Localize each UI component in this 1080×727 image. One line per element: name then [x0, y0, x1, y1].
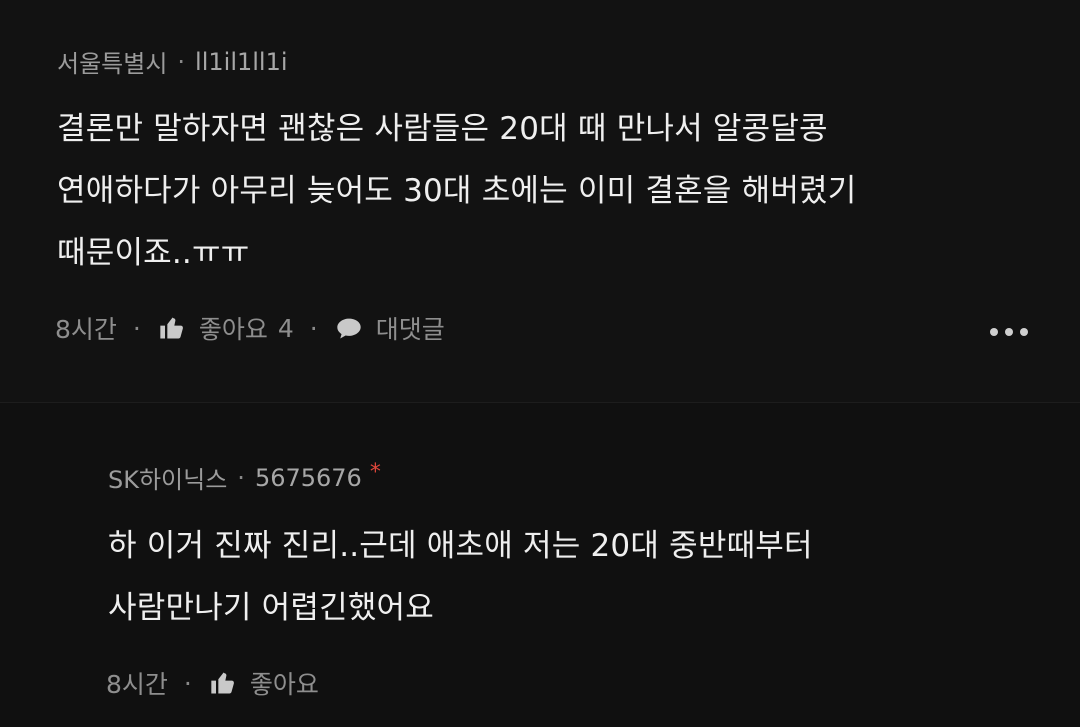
- meta-separator: ·: [237, 463, 245, 492]
- reply-meta: SK하이닉스 · 5675676 *: [108, 460, 381, 495]
- comment-body: 결론만 말하자면 괜찮은 사람들은 20대 때 만나서 알콩달콩 연애하다가 아…: [57, 98, 857, 284]
- more-dots-icon: [990, 328, 998, 336]
- reply-body: 하 이거 진짜 진리..근데 애초애 저는 20대 중반때부터 사람만나기 어렵…: [108, 515, 813, 639]
- author-mark: *: [369, 460, 381, 485]
- action-separator: ·: [183, 668, 192, 698]
- author-location: 서울특별시: [57, 50, 168, 78]
- author-location: SK하이닉스: [108, 466, 228, 494]
- comment-line: 때문이죠..ㅠㅠ: [57, 235, 250, 271]
- reply-actions: 8시간 · 좋아요: [106, 665, 319, 701]
- more-dots-icon: [1020, 328, 1028, 336]
- comment-main: 서울특별시 · ll1il1ll1i 결론만 말하자면 괜찮은 사람들은 20대…: [0, 0, 1080, 402]
- action-separator: ·: [309, 313, 318, 343]
- comment-meta: 서울특별시 · ll1il1ll1i: [57, 44, 288, 79]
- comment-reply: SK하이닉스 · 5675676 * 하 이거 진짜 진리..근데 애초애 저는…: [0, 402, 1080, 727]
- like-button[interactable]: 좋아요 4: [157, 310, 294, 346]
- like-label: 좋아요: [249, 670, 319, 699]
- meta-separator: ·: [177, 47, 186, 76]
- action-separator: ·: [132, 313, 141, 343]
- thumbs-up-icon: [157, 313, 187, 343]
- comment-actions: 8시간 · 좋아요 4 · 대댓글: [55, 310, 445, 346]
- author-id[interactable]: 5675676: [255, 464, 362, 492]
- comment-line: 결론만 말하자면 괜찮은 사람들은 20대 때 만나서 알콩달콩: [57, 111, 828, 147]
- author-id[interactable]: ll1il1ll1i: [195, 48, 287, 76]
- comment-time: 8시간: [106, 670, 168, 699]
- comment-line: 연애하다가 아무리 늦어도 30대 초에는 이미 결혼을 해버렸기: [57, 173, 857, 209]
- like-count: 4: [277, 313, 294, 343]
- reply-button[interactable]: 대댓글: [334, 310, 445, 346]
- more-options-button[interactable]: [990, 328, 1028, 336]
- more-dots-icon: [1005, 328, 1013, 336]
- comment-line: 사람만나기 어렵긴했어요: [108, 590, 434, 626]
- comment-time: 8시간: [55, 315, 117, 344]
- reply-label: 대댓글: [375, 315, 445, 344]
- comment-line: 하 이거 진짜 진리..근데 애초애 저는 20대 중반때부터: [108, 528, 813, 564]
- speech-bubble-icon: [334, 313, 364, 343]
- like-label: 좋아요: [198, 315, 268, 344]
- like-button[interactable]: 좋아요: [208, 665, 319, 701]
- thumbs-up-icon: [208, 668, 238, 698]
